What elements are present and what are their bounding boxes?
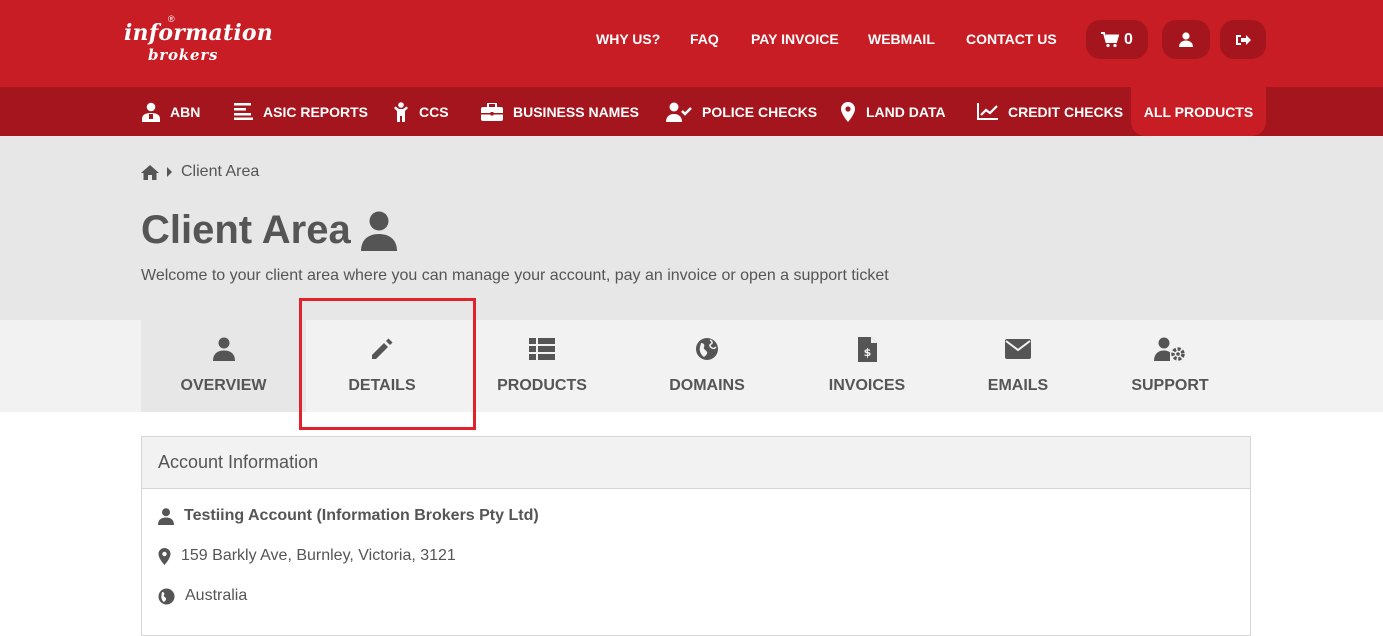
nav-faq[interactable]: FAQ bbox=[690, 31, 719, 47]
home-icon[interactable] bbox=[141, 164, 159, 180]
briefcase-icon bbox=[481, 102, 503, 121]
account-button[interactable] bbox=[1162, 20, 1210, 59]
tab-label: OVERVIEW bbox=[180, 377, 267, 394]
registered-mark: ® bbox=[168, 14, 175, 24]
tab-label: INVOICES bbox=[828, 377, 906, 394]
tab-label: SUPPORT bbox=[1131, 377, 1209, 394]
subnav-abn[interactable]: ABN bbox=[142, 87, 200, 136]
brand-logo[interactable]: information brokers ® bbox=[122, 14, 282, 66]
user-cog-icon bbox=[1154, 337, 1185, 361]
page-title: Client Area bbox=[141, 208, 397, 253]
account-address: 159 Barkly Ave, Burnley, Victoria, 3121 bbox=[181, 547, 456, 564]
subnav-business-names[interactable]: BUSINESS NAMES bbox=[481, 87, 639, 136]
tab-products[interactable]: PRODUCTS bbox=[468, 320, 616, 412]
map-marker-icon bbox=[841, 101, 855, 122]
user-icon bbox=[212, 337, 235, 361]
subnav-land-data[interactable]: LAND DATA bbox=[840, 87, 946, 136]
person-icon bbox=[142, 102, 160, 122]
envelope-icon bbox=[1005, 339, 1031, 359]
user-check-icon bbox=[666, 102, 692, 122]
user-icon bbox=[1179, 32, 1193, 47]
subnav-ccs[interactable]: CCS bbox=[393, 87, 449, 136]
tab-label: DOMAINS bbox=[669, 377, 745, 394]
breadcrumb: Client Area bbox=[141, 163, 259, 181]
nav-why-us[interactable]: WHY US? bbox=[596, 31, 660, 47]
account-name-row: Testiing Account (Information Brokers Pt… bbox=[158, 507, 539, 525]
tab-support[interactable]: SUPPORT bbox=[1100, 320, 1240, 412]
nav-webmail[interactable]: WEBMAIL bbox=[868, 31, 935, 47]
child-icon bbox=[394, 101, 408, 122]
tab-label: EMAILS bbox=[987, 377, 1049, 394]
page-title-text: Client Area bbox=[141, 208, 351, 252]
card-heading: Account Information bbox=[142, 437, 1250, 489]
breadcrumb-current: Client Area bbox=[181, 163, 260, 180]
account-info-card: Account Information Testiing Account (In… bbox=[141, 436, 1251, 636]
subnav-credit-checks[interactable]: CREDIT CHECKS bbox=[977, 87, 1123, 136]
page-subtitle: Welcome to your client area where you ca… bbox=[141, 267, 889, 284]
subnav-label: LAND DATA bbox=[866, 103, 946, 120]
cart-icon bbox=[1101, 31, 1120, 47]
tab-label: PRODUCTS bbox=[497, 377, 587, 394]
subnav-label: ALL PRODUCTS bbox=[1143, 103, 1254, 120]
subnav-asic-reports[interactable]: ASIC REPORTS bbox=[234, 87, 368, 136]
tab-domains[interactable]: DOMAINS bbox=[633, 320, 781, 412]
tab-overview[interactable]: OVERVIEW bbox=[141, 320, 306, 412]
th-list-icon bbox=[529, 338, 555, 360]
globe-icon bbox=[158, 588, 175, 604]
logout-button[interactable] bbox=[1220, 20, 1266, 59]
subnav-police-checks[interactable]: POLICE CHECKS bbox=[666, 87, 817, 136]
subnav-all-products[interactable]: ALL PRODUCTS bbox=[1131, 87, 1266, 136]
subnav-label: BUSINESS NAMES bbox=[513, 103, 640, 120]
user-icon bbox=[360, 211, 397, 251]
invoice-file-icon: $ bbox=[857, 336, 877, 362]
account-address-row: 159 Barkly Ave, Burnley, Victoria, 3121 bbox=[158, 547, 456, 565]
user-icon bbox=[158, 507, 174, 525]
map-marker-icon bbox=[158, 547, 171, 565]
tab-emails[interactable]: EMAILS bbox=[948, 320, 1088, 412]
cart-button[interactable]: 0 bbox=[1086, 20, 1148, 59]
list-lines-icon bbox=[234, 103, 253, 120]
tab-invoices[interactable]: $ INVOICES bbox=[793, 320, 941, 412]
subnav-label: ABN bbox=[170, 103, 201, 120]
nav-pay-invoice[interactable]: PAY INVOICE bbox=[751, 31, 839, 47]
line-chart-icon bbox=[977, 103, 998, 120]
subnav-label: CREDIT CHECKS bbox=[1008, 103, 1124, 120]
account-country: Australia bbox=[185, 587, 248, 604]
caret-right-icon bbox=[167, 167, 172, 177]
subnav-label: POLICE CHECKS bbox=[702, 103, 818, 120]
logout-icon bbox=[1236, 34, 1251, 45]
nav-contact-us[interactable]: CONTACT US bbox=[966, 31, 1057, 47]
subnav-label: CCS bbox=[419, 103, 449, 120]
svg-text:$: $ bbox=[863, 346, 871, 359]
brand-logo-line1: information bbox=[124, 20, 274, 46]
account-name: Testiing Account (Information Brokers Pt… bbox=[184, 507, 539, 524]
account-country-row: Australia bbox=[158, 587, 247, 605]
subnav-label: ASIC REPORTS bbox=[263, 103, 369, 120]
details-highlight-box bbox=[299, 298, 476, 430]
globe-icon bbox=[696, 338, 718, 360]
brand-logo-line2: brokers bbox=[148, 46, 219, 64]
cart-count: 0 bbox=[1124, 30, 1133, 48]
